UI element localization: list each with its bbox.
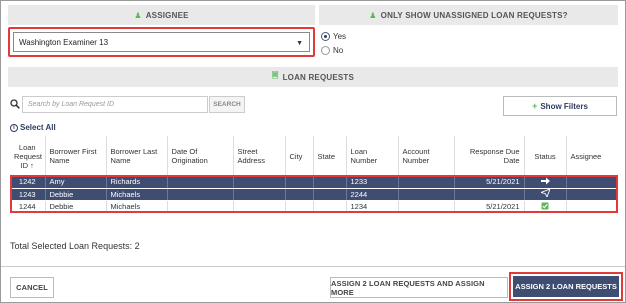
cell-due-date: 5/21/2021 (453, 200, 524, 213)
info-icon: i (10, 123, 18, 132)
radio-no-indicator[interactable] (321, 46, 330, 55)
cancel-button[interactable]: CANCEL (10, 277, 54, 298)
document-icon: 🗏 (271, 71, 279, 80)
cell-status (523, 176, 566, 189)
radio-no[interactable]: No (321, 46, 343, 55)
assignee-selected-value: Washington Examiner 13 (19, 37, 109, 47)
table-row[interactable]: 1242 Amy Richards 1233 5/21/2021 (10, 176, 618, 189)
arrow-right-icon (540, 177, 550, 185)
loan-requests-header-label: LOAN REQUESTS (282, 72, 355, 82)
loan-requests-section-header: 🗏 LOAN REQUESTS (8, 67, 618, 87)
column-header-loan-number[interactable]: Loan Number (345, 136, 398, 176)
cell-due-date: 5/21/2021 (453, 176, 524, 189)
cell-city (284, 200, 313, 213)
cell-loan-number: 1233 (345, 176, 398, 189)
column-header-city[interactable]: City (284, 136, 313, 176)
cell-loan-request-id: 1243 (10, 188, 45, 201)
cell-account-number (397, 176, 454, 189)
cell-last-name: Michaels (105, 200, 167, 213)
assign-and-assign-more-button[interactable]: ASSIGN 2 LOAN REQUESTS AND ASSIGN MORE (330, 277, 508, 298)
search-icon (10, 99, 20, 109)
send-icon (539, 188, 551, 199)
search-placeholder: Search by Loan Request ID (28, 101, 114, 108)
cell-street (232, 176, 285, 189)
user-icon: ♟ (134, 10, 142, 20)
column-header-state[interactable]: State (312, 136, 346, 176)
column-header-borrower-last-name[interactable]: Borrower Last Name (105, 136, 167, 176)
cell-loan-number: 1234 (345, 200, 398, 213)
cell-status (523, 188, 566, 201)
plus-icon: + (532, 101, 538, 111)
column-header-assignee[interactable]: Assignee (565, 136, 618, 176)
cell-first-name: Debbie (44, 200, 106, 213)
show-filters-label: Show Filters (540, 101, 588, 111)
cell-state (312, 200, 346, 213)
user-icon: ♟ (369, 10, 377, 20)
column-header-loan-request-id[interactable]: Loan Request ID ↑ (10, 136, 45, 176)
sort-up-icon: ↑ (30, 160, 34, 170)
search-button[interactable]: SEARCH (209, 96, 245, 113)
assignee-select[interactable]: Washington Examiner 13 ▼ (13, 32, 310, 52)
radio-yes[interactable]: Yes (321, 32, 346, 41)
unassigned-section-header: ♟ ONLY SHOW UNASSIGNED LOAN REQUESTS? (319, 5, 618, 25)
assignee-select-highlight: Washington Examiner 13 ▼ (8, 27, 315, 57)
cell-first-name: Debbie (44, 188, 106, 201)
assignee-header-label: ASSIGNEE (145, 10, 189, 20)
column-header-account-number[interactable]: Account Number (397, 136, 454, 176)
cell-loan-request-id: 1244 (18, 202, 36, 212)
column-header-date-of-origination[interactable]: Date Of Origination (166, 136, 233, 176)
caret-down-icon: ▼ (296, 40, 303, 47)
assignee-section-header: ♟ ASSIGNEE (8, 5, 315, 25)
search-input[interactable]: Search by Loan Request ID (22, 96, 208, 113)
loan-requests-table: Loan Request ID ↑ Borrower First Name Bo… (10, 136, 618, 213)
cell-state (312, 176, 346, 189)
cell-last-name: Michaels (105, 188, 167, 201)
cell-due-date (453, 188, 524, 201)
check-square-icon (541, 202, 549, 210)
cell-account-number (397, 200, 454, 213)
column-header-status[interactable]: Status (523, 136, 566, 176)
assign-button-highlight: ASSIGN 2 LOAN REQUESTS (509, 272, 623, 301)
cell-assignee (565, 188, 618, 201)
cell-loan-request-id: 1242 (10, 176, 45, 189)
cell-city (284, 188, 313, 201)
cell-loan-number: 2244 (345, 188, 398, 201)
unassigned-header-label: ONLY SHOW UNASSIGNED LOAN REQUESTS? (380, 10, 568, 20)
radio-no-label: No (333, 46, 344, 55)
footer-divider (1, 266, 625, 267)
column-header-response-due-date[interactable]: Response Due Date (453, 136, 524, 176)
table-header-row: Loan Request ID ↑ Borrower First Name Bo… (10, 136, 618, 176)
radio-yes-label: Yes (333, 32, 347, 41)
assign-loan-requests-button[interactable]: ASSIGN 2 LOAN REQUESTS (513, 276, 619, 297)
cell-state (312, 188, 346, 201)
cell-origination (166, 200, 233, 213)
total-selected-label: Total Selected Loan Requests: 2 (10, 241, 140, 251)
select-all-link[interactable]: i Select All (10, 123, 56, 132)
cell-assignee (565, 200, 618, 213)
cell-origination (166, 176, 233, 189)
table-row[interactable]: 1243 Debbie Michaels 2244 (10, 188, 618, 201)
show-filters-button[interactable]: + Show Filters (503, 96, 617, 116)
column-header-street-address[interactable]: Street Address (232, 136, 285, 176)
column-header-borrower-first-name[interactable]: Borrower First Name (44, 136, 106, 176)
radio-yes-indicator[interactable] (321, 32, 330, 41)
table-row[interactable]: 1244 Debbie Michaels 1234 5/21/2021 (10, 200, 618, 213)
cell-street (232, 200, 285, 213)
cell-first-name: Amy (44, 176, 106, 189)
select-all-label: Select All (20, 123, 56, 132)
cell-street (232, 188, 285, 201)
cell-last-name: Richards (105, 176, 167, 189)
cell-account-number (397, 188, 454, 201)
cell-assignee (565, 176, 618, 189)
cell-city (284, 176, 313, 189)
cell-origination (166, 188, 233, 201)
cell-status (523, 200, 566, 213)
